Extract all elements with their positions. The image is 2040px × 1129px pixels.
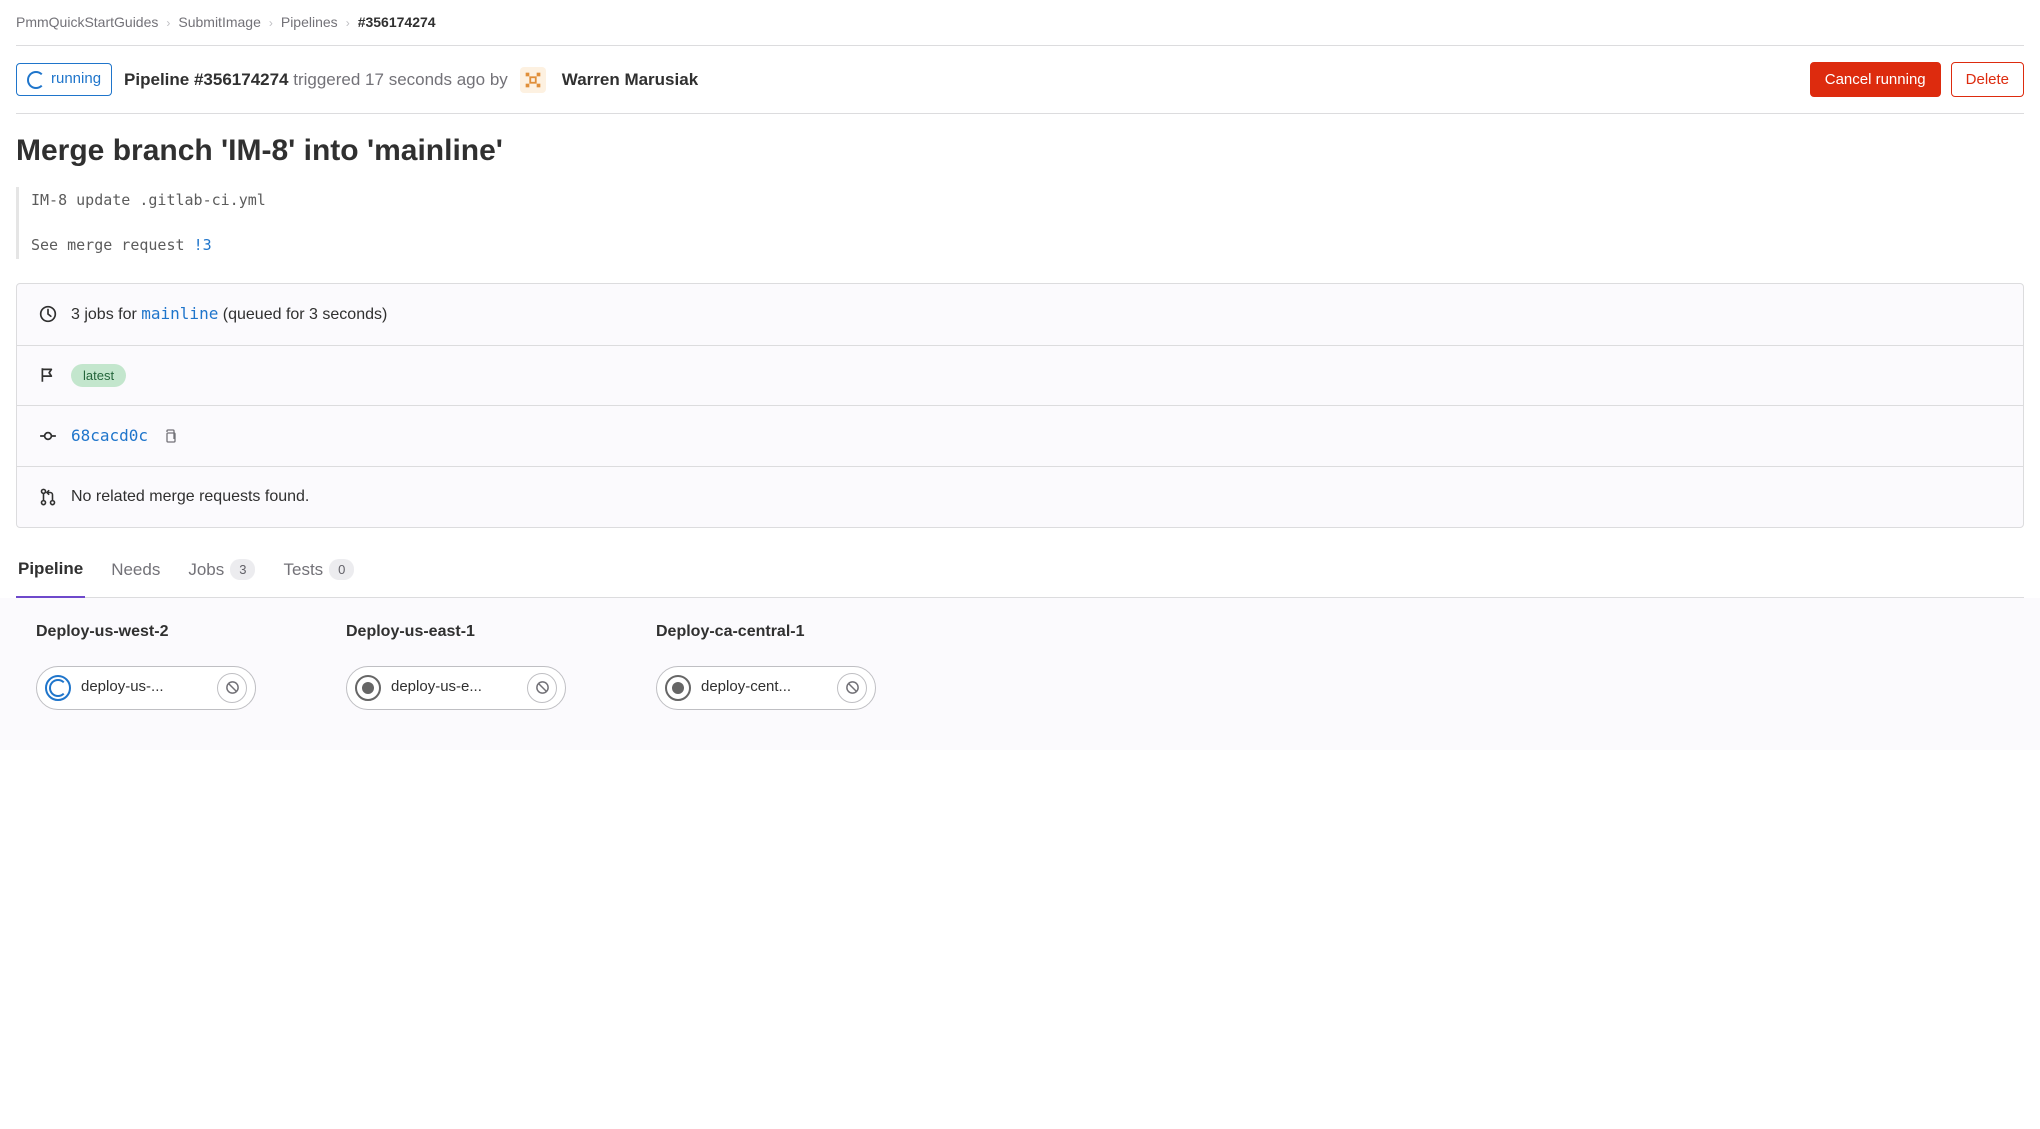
job-name: deploy-cent... [701, 676, 827, 699]
commit-title: Merge branch 'IM-8' into 'mainline' [16, 114, 2024, 187]
status-manual-icon [355, 675, 381, 701]
avatar[interactable] [520, 67, 546, 93]
pipeline-info-box: 3 jobs for mainline (queued for 3 second… [16, 283, 2024, 529]
tab-tests[interactable]: Tests 0 [281, 556, 356, 597]
job-name: deploy-us-... [81, 676, 207, 699]
status-manual-icon [665, 675, 691, 701]
commit-icon [39, 427, 57, 445]
status-running-icon [45, 675, 71, 701]
breadcrumb-item[interactable]: Pipelines [281, 12, 338, 33]
jobs-count-badge: 3 [230, 559, 255, 581]
status-label: running [51, 68, 101, 91]
breadcrumb-item[interactable]: PmmQuickStartGuides [16, 12, 158, 33]
delete-button[interactable]: Delete [1951, 62, 2024, 97]
trigger-user[interactable]: Warren Marusiak [562, 67, 698, 93]
related-mr-row: No related merge requests found. [17, 467, 2023, 527]
flag-icon [39, 366, 57, 384]
pipeline-header: running Pipeline #356174274 triggered 17… [16, 46, 2024, 113]
copy-icon[interactable] [162, 428, 178, 444]
pipeline-trigger-text: Pipeline #356174274 triggered 17 seconds… [124, 67, 508, 93]
branch-link[interactable]: mainline [141, 304, 218, 323]
tests-count-badge: 0 [329, 559, 354, 581]
clock-icon [39, 305, 57, 323]
tab-needs[interactable]: Needs [109, 556, 162, 597]
breadcrumb: PmmQuickStartGuides › SubmitImage › Pipe… [16, 0, 2024, 45]
pipeline-tabs: Pipeline Needs Jobs 3 Tests 0 [16, 528, 2024, 598]
flags-row: latest [17, 346, 2023, 407]
breadcrumb-item[interactable]: SubmitImage [178, 12, 260, 33]
identicon-icon [522, 69, 544, 91]
stage-column: Deploy-ca-central-1 deploy-cent... [656, 620, 876, 710]
cancel-running-button[interactable]: Cancel running [1810, 62, 1941, 97]
commit-sha-row: 68cacd0c [17, 406, 2023, 467]
chevron-right-icon: › [346, 14, 350, 32]
stage-title: Deploy-ca-central-1 [656, 620, 876, 644]
cancel-job-button[interactable] [217, 673, 247, 703]
breadcrumb-current: #356174274 [358, 12, 436, 33]
job-pill[interactable]: deploy-us-e... [346, 666, 566, 710]
commit-description: IM-8 update .gitlab-ci.yml See merge req… [16, 187, 2024, 259]
stage-column: Deploy-us-east-1 deploy-us-e... [346, 620, 566, 710]
commit-sha-link[interactable]: 68cacd0c [71, 424, 148, 448]
tab-pipeline[interactable]: Pipeline [16, 556, 85, 598]
stage-title: Deploy-us-east-1 [346, 620, 566, 644]
chevron-right-icon: › [269, 14, 273, 32]
merge-request-link[interactable]: !3 [194, 236, 212, 254]
job-pill[interactable]: deploy-cent... [656, 666, 876, 710]
job-pill[interactable]: deploy-us-... [36, 666, 256, 710]
stage-title: Deploy-us-west-2 [36, 620, 256, 644]
latest-badge: latest [71, 364, 126, 388]
jobs-summary-row: 3 jobs for mainline (queued for 3 second… [17, 284, 2023, 346]
merge-request-icon [39, 488, 57, 506]
pipeline-graph: Deploy-us-west-2 deploy-us-... Deploy-us… [0, 598, 2040, 750]
chevron-right-icon: › [166, 14, 170, 32]
tab-jobs[interactable]: Jobs 3 [186, 556, 257, 597]
status-badge-running[interactable]: running [16, 63, 112, 96]
job-name: deploy-us-e... [391, 676, 517, 699]
cancel-job-button[interactable] [527, 673, 557, 703]
related-mr-text: No related merge requests found. [71, 485, 309, 509]
cancel-job-button[interactable] [837, 673, 867, 703]
stage-column: Deploy-us-west-2 deploy-us-... [36, 620, 256, 710]
spinner-icon [27, 71, 45, 89]
